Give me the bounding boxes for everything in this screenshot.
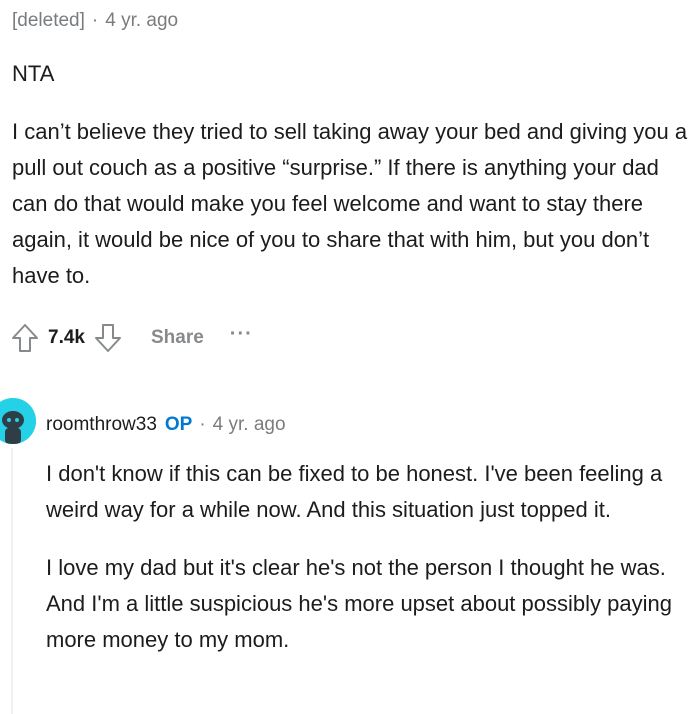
- comment-meta: roomthrow33 OP · 4 yr. ago: [46, 414, 286, 436]
- comment-paragraph: I don't know if this can be fixed to be …: [46, 461, 663, 522]
- op-badge: OP: [164, 414, 193, 435]
- comment-paragraph: I can’t believe they tried to sell takin…: [12, 119, 688, 288]
- vote-score: 7.4k: [48, 327, 85, 348]
- comment-timestamp[interactable]: 4 yr. ago: [213, 414, 286, 435]
- downvote-icon[interactable]: [91, 318, 125, 358]
- comment-paragraph: NTA: [12, 61, 55, 86]
- meta-separator: ·: [91, 10, 99, 31]
- comment-meta: [deleted] · 4 yr. ago: [12, 10, 178, 32]
- more-options-icon[interactable]: ···: [230, 323, 253, 346]
- comment-author[interactable]: roomthrow33: [46, 414, 157, 435]
- comment-paragraph: I love my dad but it's clear he's not th…: [46, 555, 672, 652]
- comment-body: NTA I can’t believe they tried to sell t…: [12, 56, 692, 294]
- comment-timestamp[interactable]: 4 yr. ago: [105, 10, 178, 31]
- comment-body: I don't know if this can be fixed to be …: [46, 456, 696, 658]
- comment-author[interactable]: [deleted]: [12, 10, 85, 31]
- upvote-icon[interactable]: [8, 318, 42, 358]
- share-button[interactable]: Share: [151, 327, 204, 349]
- meta-separator: ·: [199, 414, 206, 435]
- comment-actions: 7.4k Share ···: [8, 318, 253, 358]
- thread-line[interactable]: [11, 448, 13, 714]
- avatar-icon[interactable]: [0, 398, 36, 444]
